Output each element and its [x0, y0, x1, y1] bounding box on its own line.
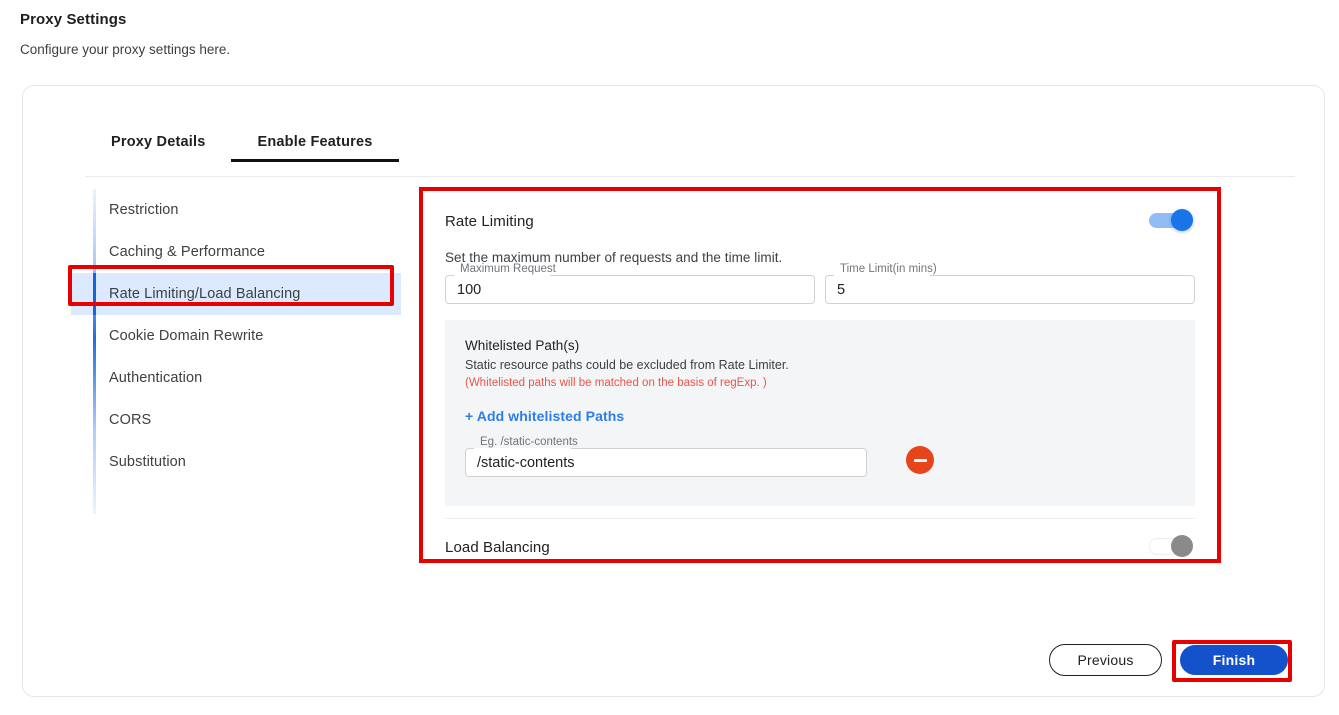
sidebar-item-label: Caching & Performance [109, 244, 265, 260]
add-whitelisted-paths-button[interactable]: + Add whitelisted Paths [465, 408, 624, 424]
toggle-knob [1171, 209, 1193, 231]
whitelist-warning: (Whitelisted paths will be matched on th… [465, 377, 1175, 389]
rate-limiting-title: Rate Limiting [445, 213, 534, 230]
feature-sidenav: Restriction Caching & Performance Rate L… [71, 189, 401, 514]
time-limit-field[interactable]: Time Limit(in mins) Time Limit(in mins) [825, 270, 1195, 304]
whitelist-path-label: Eg. /static-contents [477, 436, 581, 448]
whitelist-title: Whitelisted Path(s) [465, 338, 1175, 353]
load-balancing-divider [445, 518, 1195, 519]
previous-button[interactable]: Previous [1049, 644, 1162, 676]
minus-glyph [914, 459, 927, 462]
sidebar-item-label: CORS [109, 412, 151, 428]
sidebar-item-label: Authentication [109, 370, 202, 386]
sidebar-item-authentication[interactable]: Authentication [71, 357, 401, 399]
sidebar-item-restriction[interactable]: Restriction [71, 189, 401, 231]
page-subtitle: Configure your proxy settings here. [20, 41, 230, 59]
sidebar-item-caching-performance[interactable]: Caching & Performance [71, 231, 401, 273]
maximum-request-label: Maximum Request [457, 263, 559, 275]
tab-enable-features[interactable]: Enable Features [231, 126, 398, 162]
maximum-request-input[interactable] [445, 270, 815, 304]
sidebar-item-cors[interactable]: CORS [71, 399, 401, 441]
whitelist-subtitle: Static resource paths could be excluded … [465, 358, 1175, 372]
whitelist-path-field[interactable]: Eg. /static-contents Eg. /static-content… [465, 443, 867, 477]
tab-bar: Proxy Details Enable Features [85, 126, 399, 162]
sidebar-item-label: Rate Limiting/Load Balancing [109, 286, 300, 302]
finish-button[interactable]: Finish [1180, 645, 1288, 675]
rate-limiting-panel: Rate Limiting Set the maximum number of … [419, 187, 1221, 563]
toggle-knob [1171, 535, 1193, 557]
time-limit-label: Time Limit(in mins) [837, 263, 940, 275]
page-header: Proxy Settings Configure your proxy sett… [20, 10, 230, 59]
sidebar-item-label: Cookie Domain Rewrite [109, 328, 263, 344]
sidebar-item-label: Substitution [109, 454, 186, 470]
load-balancing-toggle[interactable] [1149, 535, 1195, 559]
page-title: Proxy Settings [20, 10, 230, 30]
maximum-request-field[interactable]: Maximum Request Maximum Request [445, 270, 815, 304]
whitelist-path-input[interactable] [465, 443, 867, 477]
sidebar-item-rate-limiting-load-balancing[interactable]: Rate Limiting/Load Balancing [71, 273, 401, 315]
whitelist-path-row: Eg. /static-contents Eg. /static-content… [465, 443, 1175, 477]
sidebar-item-label: Restriction [109, 202, 179, 218]
sidebar-item-cookie-domain-rewrite[interactable]: Cookie Domain Rewrite [71, 315, 401, 357]
tab-proxy-details[interactable]: Proxy Details [85, 126, 231, 162]
rate-limiting-fields: Maximum Request Maximum Request Time Lim… [445, 270, 1195, 304]
whitelisted-paths-section: Whitelisted Path(s) Static resource path… [445, 320, 1195, 506]
tab-divider [85, 176, 1295, 177]
rate-limiting-toggle[interactable] [1149, 209, 1195, 233]
rate-limiting-header-row: Rate Limiting [445, 209, 1195, 233]
minus-circle-icon[interactable] [906, 446, 934, 474]
load-balancing-row: Load Balancing [445, 535, 1195, 559]
load-balancing-title: Load Balancing [445, 539, 550, 556]
wizard-footer: Previous Finish [1049, 644, 1288, 676]
time-limit-input[interactable] [825, 270, 1195, 304]
sidebar-item-substitution[interactable]: Substitution [71, 441, 401, 483]
